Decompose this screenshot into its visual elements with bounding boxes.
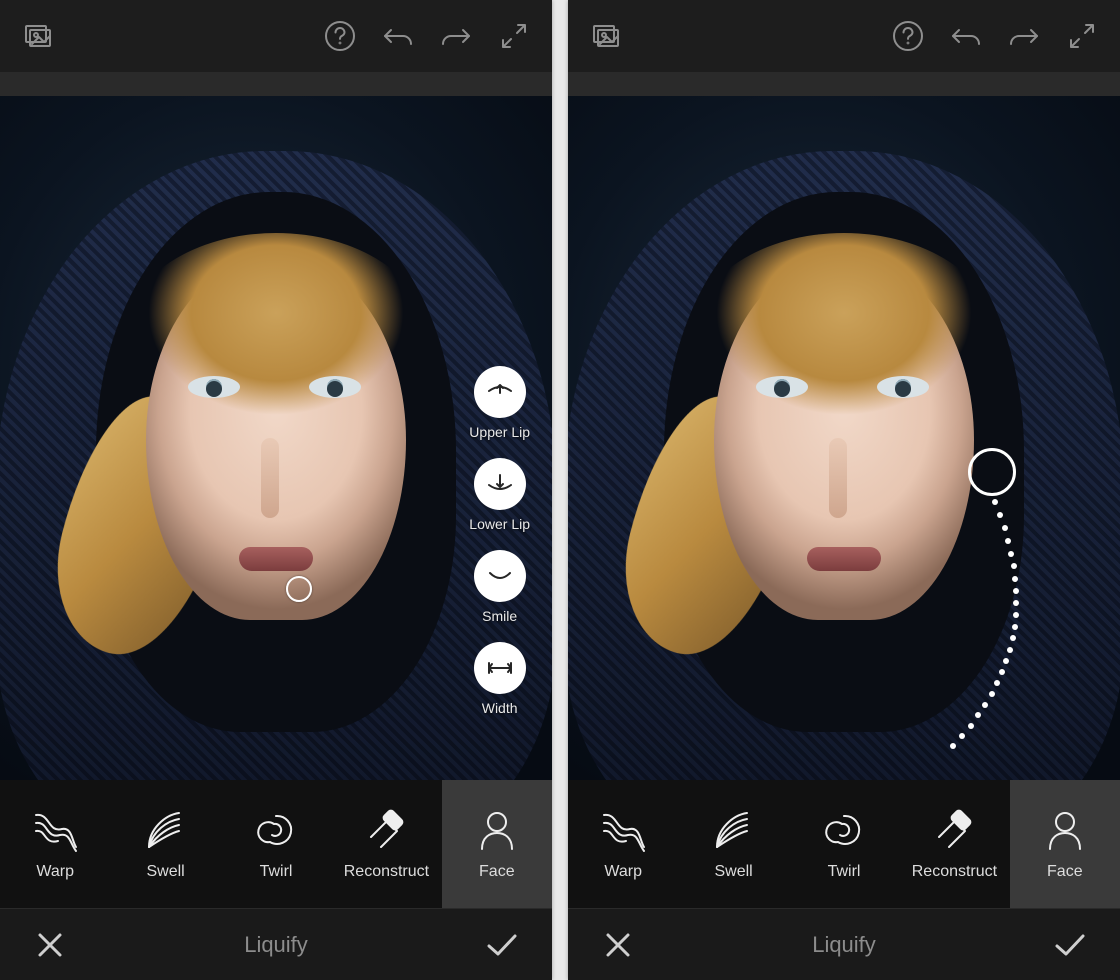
tool-face[interactable]: Face	[442, 780, 552, 908]
tool-label: Warp	[604, 863, 642, 881]
tool-label: Swell	[146, 863, 184, 881]
twirl-icon	[253, 807, 299, 853]
help-button[interactable]	[318, 14, 362, 58]
undo-button[interactable]	[944, 14, 988, 58]
editor-title: Liquify	[244, 932, 308, 958]
reconstruct-icon	[931, 807, 977, 853]
face-icon	[474, 807, 520, 853]
face-options-panel: Upper Lip Lower Lip	[469, 366, 530, 716]
compare-original-button[interactable]	[584, 14, 628, 58]
accept-button[interactable]	[1048, 923, 1092, 967]
smile-icon	[474, 550, 526, 602]
tool-warp[interactable]: Warp	[0, 780, 110, 908]
swell-icon	[143, 807, 189, 853]
fullscreen-button[interactable]	[1060, 14, 1104, 58]
tool-label: Warp	[36, 863, 74, 881]
compare-original-button[interactable]	[16, 14, 60, 58]
liquify-tool-row: Warp Swell	[568, 780, 1120, 908]
fullscreen-button[interactable]	[492, 14, 536, 58]
width-icon	[474, 642, 526, 694]
tool-warp[interactable]: Warp	[568, 780, 678, 908]
phone-screenshot-left: Upper Lip Lower Lip	[0, 0, 552, 980]
image-canvas[interactable]	[568, 96, 1120, 780]
face-option-label: Width	[482, 700, 518, 716]
tool-reconstruct[interactable]: Reconstruct	[899, 780, 1009, 908]
warp-icon	[32, 807, 78, 853]
tool-label: Face	[1047, 863, 1083, 881]
tool-swell[interactable]: Swell	[678, 780, 788, 908]
redo-button[interactable]	[1002, 14, 1046, 58]
face-option-label: Upper Lip	[469, 424, 530, 440]
face-option-label: Lower Lip	[469, 516, 530, 532]
help-button[interactable]	[886, 14, 930, 58]
tool-twirl[interactable]: Twirl	[221, 780, 331, 908]
toolbar-substrip	[568, 72, 1120, 96]
face-option-smile[interactable]: Smile	[474, 550, 526, 624]
tool-label: Swell	[714, 863, 752, 881]
warp-icon	[600, 807, 646, 853]
tool-label: Reconstruct	[344, 863, 429, 881]
tool-label: Face	[479, 863, 515, 881]
bottom-action-bar: Liquify	[0, 908, 552, 980]
lip-target-ring[interactable]	[286, 576, 312, 602]
tool-face[interactable]: Face	[1010, 780, 1120, 908]
face-option-label: Smile	[482, 608, 517, 624]
cancel-button[interactable]	[596, 923, 640, 967]
cancel-button[interactable]	[28, 923, 72, 967]
face-option-upper-lip[interactable]: Upper Lip	[469, 366, 530, 440]
twirl-icon	[821, 807, 867, 853]
redo-button[interactable]	[434, 14, 478, 58]
swell-icon	[711, 807, 757, 853]
face-option-width[interactable]: Width	[474, 642, 526, 716]
phone-screenshot-right: Warp Swell	[568, 0, 1120, 980]
reconstruct-icon	[363, 807, 409, 853]
tool-label: Twirl	[260, 863, 293, 881]
comparison-stage: Upper Lip Lower Lip	[0, 0, 1120, 980]
tool-swell[interactable]: Swell	[110, 780, 220, 908]
tool-twirl[interactable]: Twirl	[789, 780, 899, 908]
top-toolbar	[568, 0, 1120, 72]
accept-button[interactable]	[480, 923, 524, 967]
tool-label: Reconstruct	[912, 863, 997, 881]
editor-title: Liquify	[812, 932, 876, 958]
face-option-lower-lip[interactable]: Lower Lip	[469, 458, 530, 532]
drag-handle-ring[interactable]	[968, 448, 1016, 496]
undo-button[interactable]	[376, 14, 420, 58]
top-toolbar	[0, 0, 552, 72]
tool-reconstruct[interactable]: Reconstruct	[331, 780, 441, 908]
liquify-tool-row: Warp Swell	[0, 780, 552, 908]
tool-label: Twirl	[828, 863, 861, 881]
image-canvas[interactable]: Upper Lip Lower Lip	[0, 96, 552, 780]
upper-lip-icon	[474, 366, 526, 418]
toolbar-substrip	[0, 72, 552, 96]
lower-lip-icon	[474, 458, 526, 510]
bottom-action-bar: Liquify	[568, 908, 1120, 980]
face-icon	[1042, 807, 1088, 853]
